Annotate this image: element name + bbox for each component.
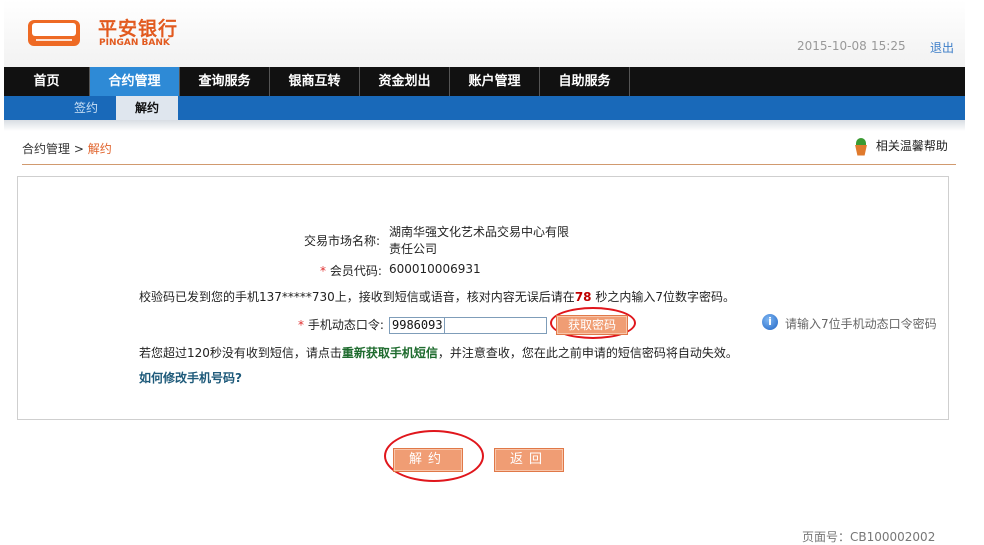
brand-name-en: PINGAN BANK [99, 38, 170, 48]
nav-bank-transfer[interactable]: 银商互转 [270, 67, 360, 96]
subnav-shadow [4, 120, 965, 131]
breadcrumb-parent[interactable]: 合约管理 [22, 142, 70, 156]
market-name-line1: 湖南华强文化艺术品交易中心有限 [389, 225, 570, 239]
breadcrumb: 合约管理 > 解约 [22, 140, 112, 157]
otp-input-extension[interactable] [444, 317, 547, 334]
sms-notice: 校验码已发到您的手机137*****730上，接收到短信或语音，核对内容无误后请… [139, 290, 735, 304]
sub-nav: 签约 解约 [4, 96, 965, 120]
otp-hint: 请输入7位手机动态口令密码 [785, 317, 937, 331]
breadcrumb-separator: > [73, 142, 84, 156]
brand-name-cn: 平安银行 [98, 18, 179, 40]
main-nav: 首页 合约管理 查询服务 银商互转 资金划出 账户管理 自助服务 [4, 67, 965, 96]
breadcrumb-current: 解约 [87, 142, 112, 156]
required-marker: * [298, 318, 308, 332]
market-name-line2: 责任公司 [389, 242, 438, 256]
resend-notice: 若您超过120秒没有收到短信，请点击重新获取手机短信，并注意查收，您在此之前申请… [139, 346, 738, 360]
market-name-label: 交易市场名称: [304, 234, 381, 248]
subnav-terminate[interactable]: 解约 [116, 96, 178, 120]
nav-query-service[interactable]: 查询服务 [180, 67, 270, 96]
breadcrumb-divider [22, 164, 956, 165]
info-icon: i [762, 314, 778, 330]
sms-countdown: 78 [574, 290, 592, 304]
otp-label: * 手机动态口令: [298, 318, 384, 332]
nav-self-service[interactable]: 自助服务 [540, 67, 630, 96]
otp-input[interactable] [389, 317, 445, 334]
header-time: 15:25 [871, 39, 906, 53]
change-phone-link[interactable]: 如何修改手机号码? [139, 369, 242, 386]
member-code-value: 600010006931 [389, 262, 481, 276]
nav-fund-withdraw[interactable]: 资金划出 [360, 67, 450, 96]
pingan-logo-icon [28, 20, 80, 46]
header-date: 2015-10-08 [797, 39, 867, 53]
subnav-sign[interactable]: 签约 [56, 96, 116, 120]
get-code-button[interactable]: 获取密码 [556, 315, 628, 335]
nav-contract-management[interactable]: 合约管理 [90, 67, 180, 96]
header: 平安银行 PINGAN BANK 2015-10-08 15:25 退出 [4, 0, 965, 67]
confirm-terminate-button[interactable]: 解约 [393, 448, 463, 472]
nav-home[interactable]: 首页 [4, 67, 90, 96]
member-code-label: * 会员代码: [320, 264, 382, 278]
back-button[interactable]: 返回 [494, 448, 564, 472]
page-shell: 平安银行 PINGAN BANK 2015-10-08 15:25 退出 首页 … [4, 0, 965, 544]
page-number: 页面号：CB100002002 [802, 530, 936, 544]
help-link-label: 相关温馨帮助 [875, 139, 948, 153]
resend-sms-link[interactable]: 重新获取手机短信 [342, 346, 438, 360]
required-marker: * [320, 264, 330, 278]
help-link[interactable]: 相关温馨帮助 [853, 137, 948, 156]
plant-pot-icon [853, 137, 869, 156]
terminate-form: 交易市场名称: 湖南华强文化艺术品交易中心有限 责任公司 * 会员代码: 600… [17, 176, 949, 420]
nav-account-management[interactable]: 账户管理 [450, 67, 540, 96]
logout-link[interactable]: 退出 [930, 39, 954, 56]
